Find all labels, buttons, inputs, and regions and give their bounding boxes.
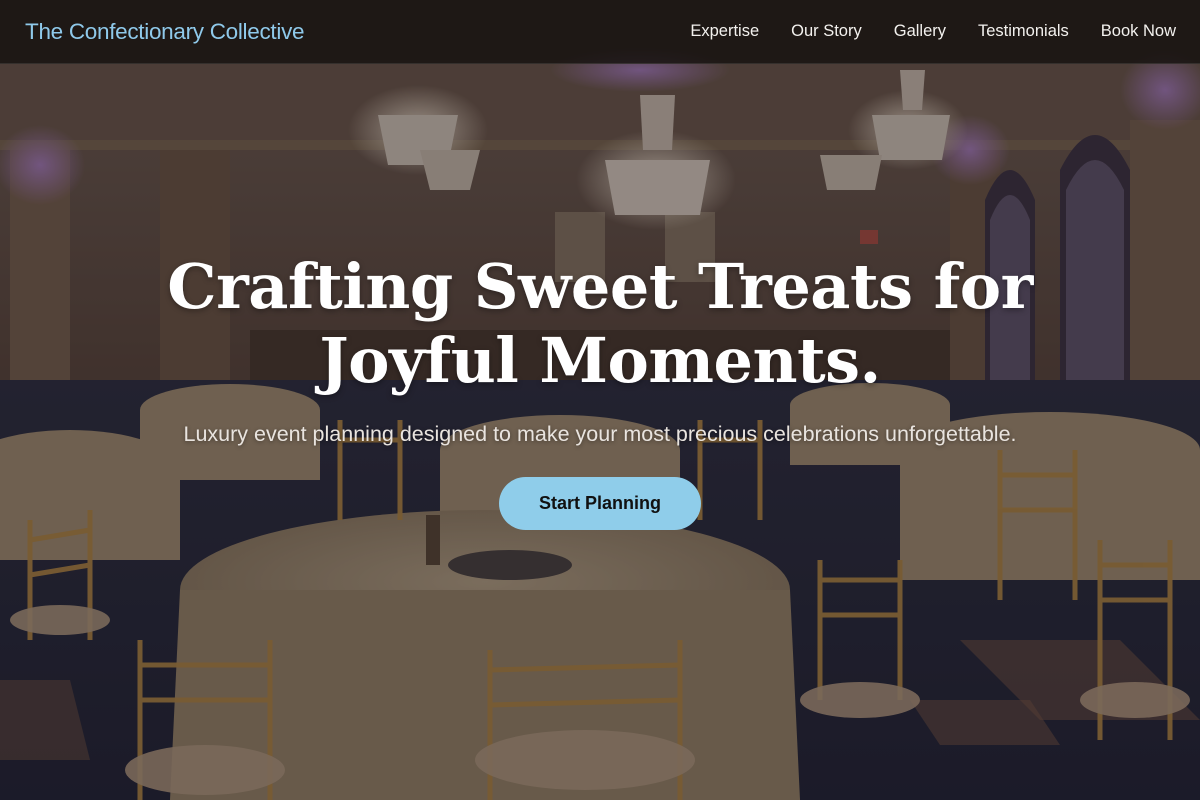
brand-logo[interactable]: The Confectionary Collective [25,19,305,45]
hero-title: Crafting Sweet Treats for Joyful Moments… [167,250,1033,397]
hero-section: Crafting Sweet Treats for Joyful Moments… [0,250,1200,530]
nav-link-our-story[interactable]: Our Story [791,22,862,41]
nav-link-book-now[interactable]: Book Now [1101,22,1176,41]
nav-link-expertise[interactable]: Expertise [690,22,759,41]
nav-links: Expertise Our Story Gallery Testimonials… [690,22,1176,41]
nav-link-testimonials[interactable]: Testimonials [978,22,1069,41]
navbar: The Confectionary Collective Expertise O… [0,0,1200,64]
nav-link-gallery[interactable]: Gallery [894,22,946,41]
start-planning-button[interactable]: Start Planning [499,477,701,530]
hero-subtitle: Luxury event planning designed to make y… [183,422,1017,446]
